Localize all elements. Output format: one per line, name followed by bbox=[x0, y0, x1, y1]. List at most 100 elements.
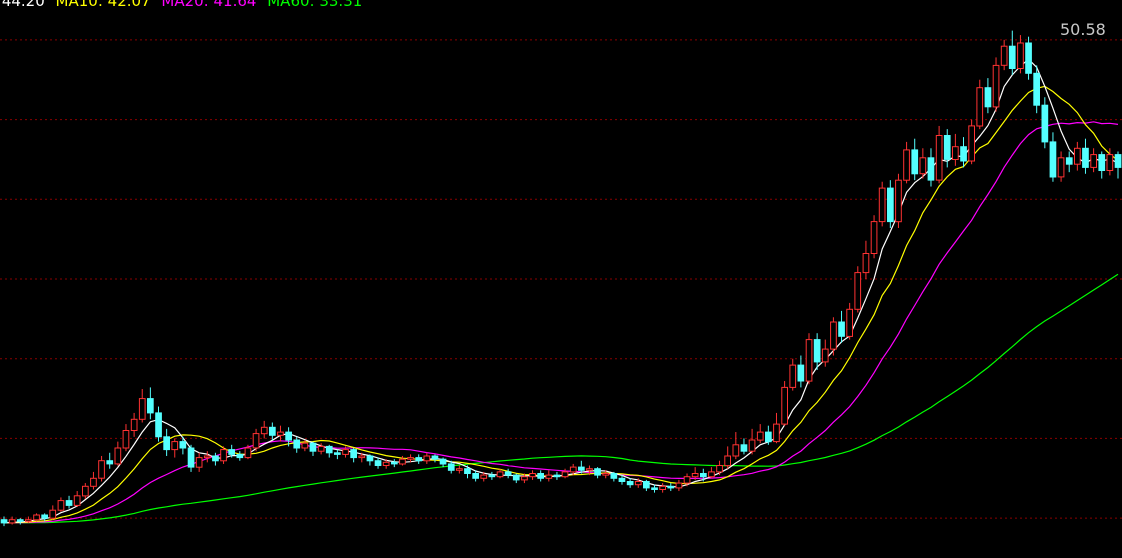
candle-body-37 bbox=[301, 442, 309, 449]
candle-107 bbox=[870, 215, 878, 259]
candle-130 bbox=[1057, 151, 1065, 182]
candle-body-74 bbox=[602, 473, 610, 476]
candle-body-137 bbox=[1114, 154, 1122, 168]
candle-body-39 bbox=[317, 445, 325, 452]
candle-body-7 bbox=[57, 500, 65, 511]
candle-body-128 bbox=[1041, 104, 1049, 143]
candle-13 bbox=[106, 452, 114, 469]
candle-body-86 bbox=[700, 473, 707, 478]
candle-120 bbox=[976, 79, 984, 130]
candle-92 bbox=[748, 428, 756, 455]
candle-body-82 bbox=[667, 485, 675, 489]
candle-90 bbox=[732, 432, 740, 460]
candle-body-77 bbox=[626, 481, 634, 486]
candle-body-40 bbox=[325, 445, 333, 454]
candle-body-27 bbox=[220, 449, 227, 462]
candle-body-111 bbox=[903, 149, 910, 181]
candle-108 bbox=[878, 181, 886, 227]
candle-body-64 bbox=[521, 476, 528, 481]
candle-body-3 bbox=[25, 519, 32, 522]
candle-body-66 bbox=[537, 473, 544, 479]
candle-body-48 bbox=[391, 461, 398, 465]
candle-81 bbox=[659, 483, 666, 493]
candle-body-57 bbox=[464, 468, 471, 475]
candle-body-43 bbox=[350, 449, 357, 459]
candle-body-47 bbox=[382, 461, 390, 466]
candle-38 bbox=[309, 441, 317, 456]
candle-body-123 bbox=[1000, 45, 1008, 66]
ma20-line bbox=[3, 121, 1119, 524]
candle-98 bbox=[797, 355, 805, 388]
candle-body-12 bbox=[98, 460, 105, 479]
candle-29 bbox=[236, 451, 244, 461]
candle-54 bbox=[439, 457, 447, 468]
candle-body-95 bbox=[773, 423, 780, 443]
candle-body-127 bbox=[1033, 72, 1041, 106]
candle-89 bbox=[724, 446, 731, 469]
candle-body-117 bbox=[952, 146, 959, 160]
candle-32 bbox=[260, 420, 268, 439]
candle-body-70 bbox=[569, 466, 577, 473]
ma5-line bbox=[3, 58, 1119, 524]
candle-18 bbox=[147, 387, 154, 420]
candle-body-133 bbox=[1082, 147, 1089, 168]
candle-body-96 bbox=[781, 386, 788, 425]
peak-price-label: 50.58 bbox=[1060, 20, 1106, 39]
candle-129 bbox=[1049, 132, 1057, 182]
candle-109 bbox=[887, 180, 894, 228]
candle-99 bbox=[805, 333, 813, 385]
candle-body-53 bbox=[431, 455, 439, 460]
candle-body-83 bbox=[675, 482, 683, 489]
candle-body-100 bbox=[813, 339, 821, 363]
candle-88 bbox=[716, 460, 723, 476]
candle-body-121 bbox=[984, 87, 992, 108]
candle-104 bbox=[846, 302, 853, 340]
candle-body-67 bbox=[545, 474, 553, 479]
candle-body-42 bbox=[342, 449, 349, 455]
candle-66 bbox=[537, 470, 544, 482]
candle-body-16 bbox=[130, 418, 138, 431]
candle-body-36 bbox=[293, 439, 301, 449]
candle-134 bbox=[1090, 148, 1098, 173]
candle-body-10 bbox=[82, 485, 89, 497]
candlestick-chart bbox=[0, 30, 1122, 527]
candle-body-45 bbox=[366, 455, 374, 462]
candle-body-115 bbox=[935, 135, 943, 181]
candle-111 bbox=[903, 141, 910, 184]
candle-82 bbox=[667, 483, 675, 492]
candle-body-33 bbox=[269, 426, 276, 436]
candle-131 bbox=[1065, 151, 1073, 173]
candle-body-122 bbox=[992, 64, 1000, 108]
candle-body-62 bbox=[504, 471, 512, 476]
candle-body-103 bbox=[838, 321, 845, 337]
candle-113 bbox=[919, 148, 927, 179]
candle-body-87 bbox=[708, 471, 715, 478]
candle-body-118 bbox=[960, 146, 967, 162]
candle-53 bbox=[431, 454, 439, 463]
candle-body-131 bbox=[1065, 157, 1073, 165]
candle-body-55 bbox=[447, 463, 455, 471]
candle-body-113 bbox=[919, 157, 927, 175]
candle-40 bbox=[325, 444, 333, 458]
candle-77 bbox=[626, 478, 634, 488]
candle-83 bbox=[675, 479, 683, 492]
candle-body-9 bbox=[73, 495, 81, 506]
candle-128 bbox=[1041, 97, 1049, 149]
candle-8 bbox=[65, 495, 73, 509]
candle-body-107 bbox=[870, 221, 878, 255]
candle-65 bbox=[529, 470, 536, 480]
candle-16 bbox=[130, 412, 138, 437]
candle-24 bbox=[195, 452, 203, 472]
candle-80 bbox=[651, 484, 658, 493]
candle-body-132 bbox=[1074, 147, 1081, 165]
candle-body-130 bbox=[1057, 157, 1065, 178]
candle-body-94 bbox=[765, 431, 772, 443]
candle-105 bbox=[854, 266, 862, 313]
candle-17 bbox=[138, 389, 146, 423]
candle-body-109 bbox=[887, 187, 894, 223]
candle-body-6 bbox=[49, 509, 57, 519]
candle-68 bbox=[553, 471, 561, 480]
candle-94 bbox=[765, 425, 772, 445]
candle-75 bbox=[610, 471, 618, 482]
candle-73 bbox=[594, 467, 601, 479]
